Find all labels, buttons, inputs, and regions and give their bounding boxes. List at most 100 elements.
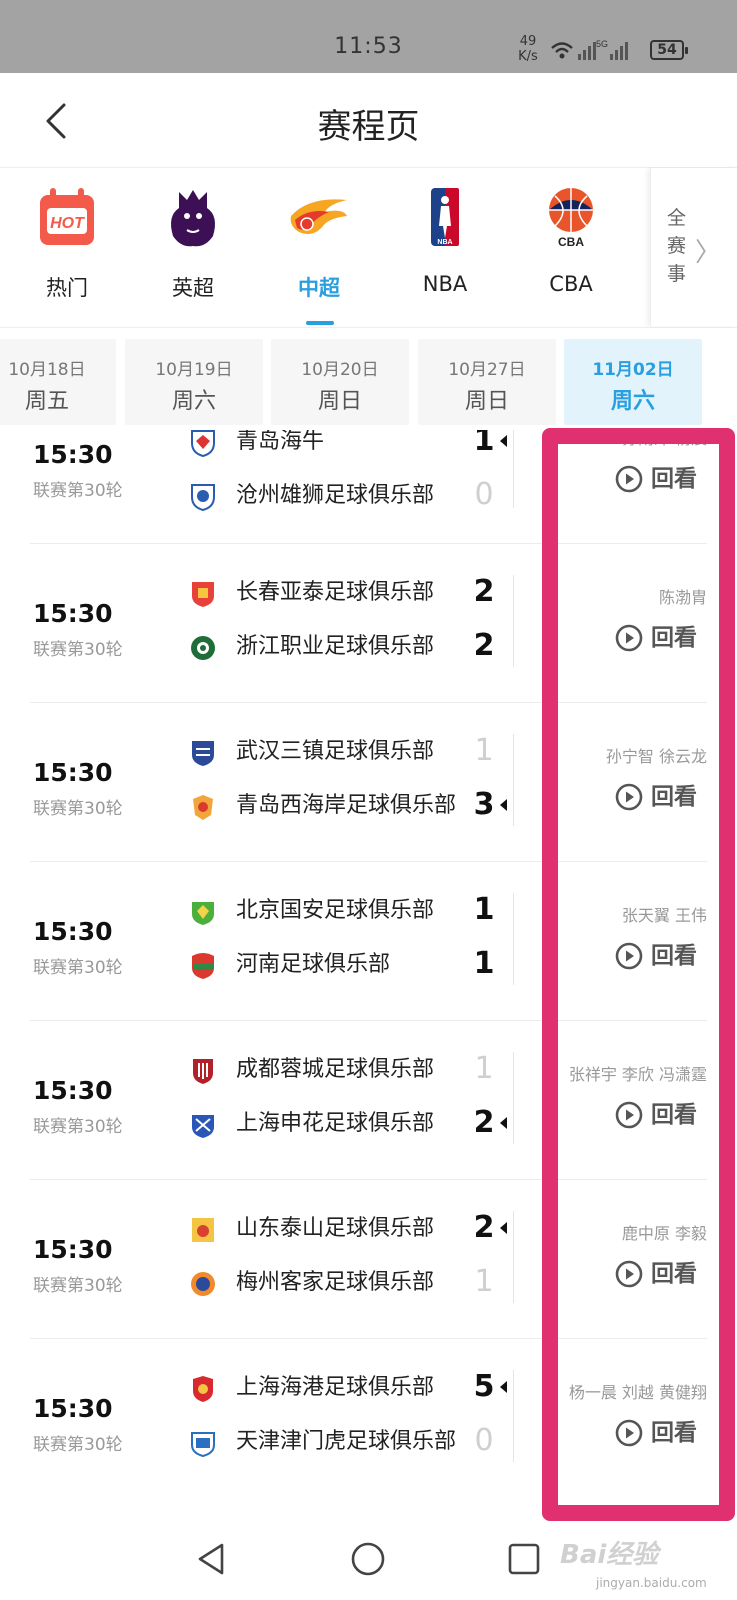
team-name: 长春亚泰足球俱乐部 bbox=[236, 580, 435, 605]
team-badge-icon bbox=[193, 1376, 213, 1402]
match-round: 联赛第30轮 bbox=[33, 640, 123, 660]
team-badge-icon bbox=[193, 1059, 213, 1084]
match-round: 联赛第30轮 bbox=[33, 481, 123, 501]
match-list[interactable]: 15:30 联赛第30轮 青岛海牛 1 沧州雄狮足球俱乐部 0 苏雨洋 杨晨 回… bbox=[0, 430, 737, 1523]
match-row[interactable]: 15:30 联赛第30轮 青岛海牛 1 沧州雄狮足球俱乐部 0 苏雨洋 杨晨 回… bbox=[0, 430, 737, 544]
network-speed: 49 K/s bbox=[518, 34, 538, 64]
home-team: 长春亚泰足球俱乐部 2 bbox=[190, 574, 520, 609]
wifi-icon bbox=[551, 42, 573, 53]
away-team: 青岛西海岸足球俱乐部 3 bbox=[190, 787, 520, 822]
winner-marker-icon bbox=[500, 1381, 507, 1393]
all-competitions-button[interactable]: 全赛事 〉 bbox=[650, 168, 737, 326]
team-score: 2 bbox=[473, 1210, 495, 1245]
replay-button[interactable]: 回看 bbox=[615, 462, 707, 496]
winner-marker-icon bbox=[500, 1222, 507, 1234]
tab-premier-league[interactable]: 英超 bbox=[138, 176, 248, 326]
match-row[interactable]: 15:30 联赛第30轮 上海海港足球俱乐部 5 天津津门虎足球俱乐部 0 杨一… bbox=[0, 1336, 737, 1498]
commentators: 苏雨洋 杨晨 bbox=[621, 430, 707, 448]
team-name: 浙江职业足球俱乐部 bbox=[236, 634, 435, 659]
replay-button[interactable]: 回看 bbox=[615, 780, 707, 814]
date-tab[interactable]: 10月27日 周日 bbox=[418, 339, 556, 425]
tab-nba[interactable]: NBA NBA bbox=[390, 176, 500, 326]
tab-cba[interactable]: CBA CBA bbox=[516, 176, 626, 326]
replay-button[interactable]: 回看 bbox=[615, 1416, 707, 1450]
date-tab[interactable]: 10月20日 周日 bbox=[271, 339, 409, 425]
team-badge-icon bbox=[192, 1115, 214, 1138]
league-tabs: HOT 热门 英超 中超 NBA NBA CBA CBA 全赛事 〉 bbox=[0, 168, 737, 328]
battery-icon: 54 bbox=[650, 40, 688, 60]
winner-marker-icon bbox=[500, 435, 507, 447]
home-team: 青岛海牛 1 bbox=[190, 430, 520, 458]
divider bbox=[513, 1211, 514, 1303]
team-name: 山东泰山足球俱乐部 bbox=[236, 1216, 435, 1241]
replay-button[interactable]: 回看 bbox=[615, 621, 707, 655]
commentators: 鹿中原 李毅 bbox=[621, 1224, 707, 1243]
team-name: 青岛西海岸足球俱乐部 bbox=[236, 793, 457, 818]
home-team: 成都蓉城足球俱乐部 1 bbox=[190, 1051, 520, 1086]
tab-label: 热门 bbox=[46, 276, 88, 300]
match-round: 联赛第30轮 bbox=[33, 1276, 123, 1296]
match-row[interactable]: 15:30 联赛第30轮 北京国安足球俱乐部 1 河南足球俱乐部 1 张天翼 王… bbox=[0, 859, 737, 1021]
svg-text:5G: 5G bbox=[596, 39, 608, 49]
nav-back-icon[interactable] bbox=[192, 1539, 232, 1579]
match-time: 15:30 bbox=[33, 917, 113, 946]
match-row[interactable]: 15:30 联赛第30轮 长春亚泰足球俱乐部 2 浙江职业足球俱乐部 2 陈渤胄… bbox=[0, 541, 737, 703]
commentators: 陈渤胄 bbox=[658, 588, 707, 607]
nav-recents-icon[interactable] bbox=[504, 1539, 544, 1579]
team-badge-icon bbox=[193, 795, 213, 820]
team-badge-icon bbox=[192, 1218, 214, 1242]
play-circle-icon bbox=[615, 624, 643, 652]
team-badge-icon bbox=[191, 484, 215, 511]
match-time: 15:30 bbox=[33, 1394, 113, 1423]
date-tab[interactable]: 10月18日 周五 bbox=[0, 339, 116, 425]
replay-label: 回看 bbox=[651, 625, 697, 651]
match-round: 联赛第30轮 bbox=[33, 799, 123, 819]
svg-text:HOT: HOT bbox=[50, 215, 85, 232]
page-title: 赛程页 bbox=[317, 107, 420, 147]
match-time: 15:30 bbox=[33, 440, 113, 469]
replay-button[interactable]: 回看 bbox=[615, 939, 707, 973]
winner-marker-icon bbox=[500, 1117, 507, 1129]
tab-label: NBA bbox=[422, 272, 468, 296]
tab-hot[interactable]: HOT 热门 bbox=[12, 176, 122, 326]
play-circle-icon bbox=[615, 1260, 643, 1288]
match-row[interactable]: 15:30 联赛第30轮 山东泰山足球俱乐部 2 梅州客家足球俱乐部 1 鹿中原… bbox=[0, 1177, 737, 1339]
match-round: 联赛第30轮 bbox=[33, 958, 123, 978]
team-score: 1 bbox=[473, 946, 495, 981]
premier-league-lion-icon bbox=[171, 190, 215, 247]
match-time: 15:30 bbox=[33, 1076, 113, 1105]
tab-label: CBA bbox=[549, 272, 593, 296]
commentators: 张天翼 王伟 bbox=[621, 906, 707, 925]
team-score: 1 bbox=[473, 892, 495, 927]
svg-text:NBA: NBA bbox=[437, 239, 452, 246]
replay-label: 回看 bbox=[651, 466, 697, 492]
date-tab[interactable]: 10月19日 周六 bbox=[125, 339, 263, 425]
tab-csl[interactable]: 中超 bbox=[264, 176, 374, 326]
replay-label: 回看 bbox=[651, 784, 697, 810]
chevron-right-icon: 〉 bbox=[695, 238, 722, 268]
commentators: 孙宁智 徐云龙 bbox=[605, 747, 707, 766]
team-name: 沧州雄狮足球俱乐部 bbox=[236, 483, 435, 508]
replay-button[interactable]: 回看 bbox=[615, 1098, 707, 1132]
match-row[interactable]: 15:30 联赛第30轮 成都蓉城足球俱乐部 1 上海申花足球俱乐部 2 张祥宇… bbox=[0, 1018, 737, 1180]
match-row[interactable]: 15:30 联赛第30轮 武汉三镇足球俱乐部 1 青岛西海岸足球俱乐部 3 孙宁… bbox=[0, 700, 737, 862]
app-header: 赛程页 bbox=[0, 73, 737, 168]
match-round: 联赛第30轮 bbox=[33, 1435, 123, 1455]
match-time: 15:30 bbox=[33, 758, 113, 787]
baidu-watermark-url: jingyan.baidu.com bbox=[596, 1576, 707, 1590]
divider bbox=[513, 1370, 514, 1462]
date-tabs: 10月18日 周五 10月19日 周六 10月20日 周日 10月27日 周日 … bbox=[0, 328, 737, 430]
cba-logo-icon: CBA bbox=[549, 188, 593, 248]
divider bbox=[513, 734, 514, 826]
replay-button[interactable]: 回看 bbox=[615, 1257, 707, 1291]
team-name: 上海申花足球俱乐部 bbox=[236, 1111, 435, 1136]
divider bbox=[513, 430, 514, 508]
team-score: 0 bbox=[474, 1423, 494, 1458]
team-name: 梅州客家足球俱乐部 bbox=[236, 1270, 435, 1295]
date-tab-selected[interactable]: 11月02日 周六 bbox=[564, 339, 702, 425]
nav-home-icon[interactable] bbox=[348, 1539, 388, 1579]
divider bbox=[513, 893, 514, 985]
team-badge-icon bbox=[192, 953, 214, 979]
away-team: 沧州雄狮足球俱乐部 0 bbox=[190, 477, 520, 512]
team-score: 1 bbox=[474, 1264, 494, 1299]
